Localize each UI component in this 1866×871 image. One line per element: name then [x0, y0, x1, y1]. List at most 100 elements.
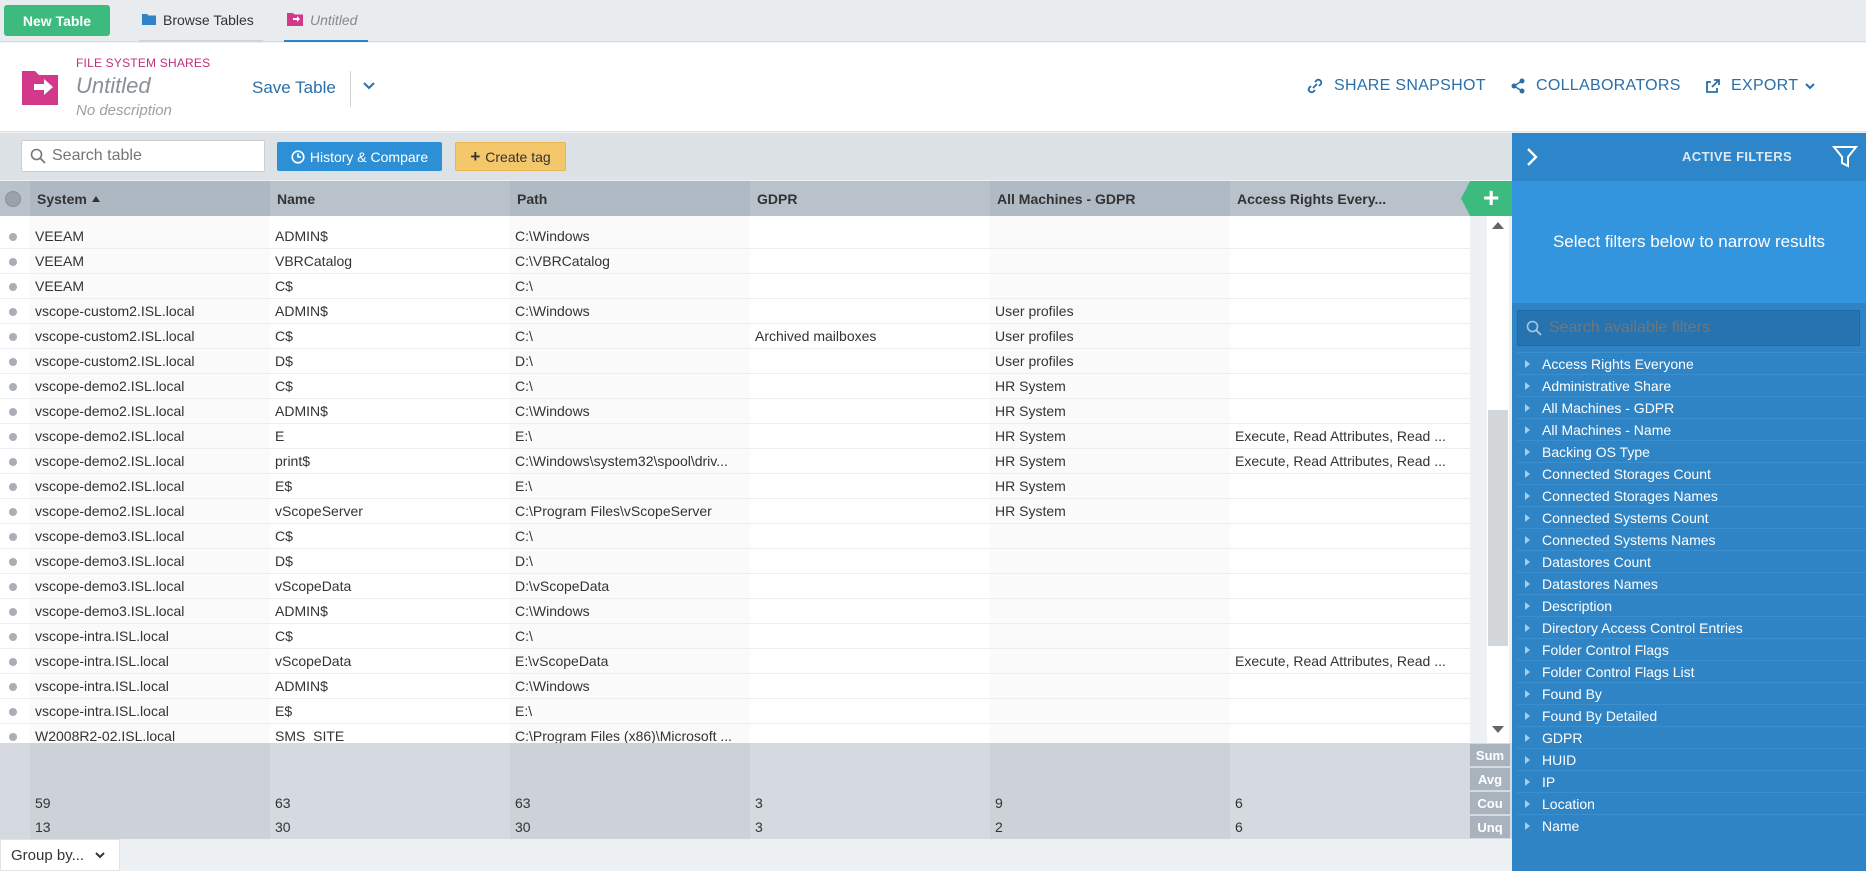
table-description[interactable]: No description	[76, 102, 172, 119]
filter-search[interactable]	[1517, 310, 1860, 346]
filter-item[interactable]: Administrative Share	[1517, 374, 1866, 396]
filter-item[interactable]: Folder Control Flags List	[1517, 660, 1866, 682]
table-row[interactable]: VEEAM C$ C:\	[0, 274, 1470, 299]
row-select-toggle[interactable]	[9, 658, 17, 666]
save-table-button[interactable]: Save Table	[252, 78, 336, 98]
filter-item[interactable]: Directory Access Control Entries	[1517, 616, 1866, 638]
table-cell: C$	[275, 628, 293, 644]
table-row[interactable]: vscope-demo2.ISL.local C$ C:\ HR System	[0, 374, 1470, 399]
column-header-path[interactable]: Path	[510, 181, 750, 216]
filter-item[interactable]: All Machines - GDPR	[1517, 396, 1866, 418]
create-tag-button[interactable]: + Create tag	[455, 142, 566, 171]
search-table-input[interactable]	[52, 147, 252, 165]
column-header-name[interactable]: Name	[270, 181, 510, 216]
filter-item[interactable]: Connected Storages Names	[1517, 484, 1866, 506]
table-row[interactable]: vscope-demo2.ISL.local print$ C:\Windows\s…	[0, 449, 1470, 474]
table-row[interactable]: vscope-intra.ISL.local ADMIN$ C:\Windows	[0, 674, 1470, 699]
table-row[interactable]: vscope-intra.ISL.local E$ E:\	[0, 699, 1470, 724]
row-select-toggle[interactable]	[9, 533, 17, 541]
select-all-toggle[interactable]	[5, 191, 21, 207]
row-select-toggle[interactable]	[9, 333, 17, 341]
filter-item[interactable]: All Machines - Name	[1517, 418, 1866, 440]
export-button[interactable]: EXPORT	[1705, 77, 1816, 95]
filter-item[interactable]: Location	[1517, 792, 1866, 814]
filter-item[interactable]: Connected Storages Count	[1517, 462, 1866, 484]
column-header-system[interactable]: System	[30, 181, 270, 216]
table-row[interactable]: vscope-demo3.ISL.local C$ C:\	[0, 524, 1470, 549]
table-row[interactable]: vscope-demo3.ISL.local ADMIN$ C:\Windows	[0, 599, 1470, 624]
aggregate-label[interactable]: Avg	[1470, 768, 1510, 790]
table-row[interactable]: vscope-demo3.ISL.local vScopeData D:\vScop…	[0, 574, 1470, 599]
filter-item[interactable]: Found By	[1517, 682, 1866, 704]
row-select-toggle[interactable]	[9, 733, 17, 741]
row-select-toggle[interactable]	[9, 433, 17, 441]
row-select-toggle[interactable]	[9, 633, 17, 641]
add-column-button[interactable]: +	[1461, 181, 1512, 216]
filter-item[interactable]: Name	[1517, 814, 1866, 836]
table-row[interactable]: vscope-intra.ISL.local C$ C:\	[0, 624, 1470, 649]
column-header-gdpr[interactable]: GDPR	[750, 181, 990, 216]
filter-item[interactable]: HUID	[1517, 748, 1866, 770]
table-cell: C$	[275, 378, 293, 394]
history-compare-button[interactable]: History & Compare	[277, 142, 442, 171]
table-row[interactable]: vscope-demo3.ISL.local D$ D:\	[0, 549, 1470, 574]
search-table[interactable]	[21, 140, 265, 172]
filter-item[interactable]: Datastores Count	[1517, 550, 1866, 572]
chevron-down-icon[interactable]	[362, 79, 378, 95]
share-snapshot-button[interactable]: SHARE SNAPSHOT	[1306, 77, 1486, 95]
scrollbar-thumb[interactable]	[1488, 410, 1508, 646]
row-select-toggle[interactable]	[9, 558, 17, 566]
filter-item[interactable]: IP	[1517, 770, 1866, 792]
filter-item[interactable]: Connected Systems Count	[1517, 506, 1866, 528]
row-select-toggle[interactable]	[9, 233, 17, 241]
tab-browse-tables[interactable]: Browse Tables	[139, 0, 263, 42]
row-select-toggle[interactable]	[9, 483, 17, 491]
row-select-toggle[interactable]	[9, 408, 17, 416]
aggregate-label[interactable]: Sum	[1470, 744, 1510, 766]
row-select-toggle[interactable]	[9, 708, 17, 716]
filter-item[interactable]: Folder Control Flags	[1517, 638, 1866, 660]
collaborators-button[interactable]: COLLABORATORS	[1510, 77, 1681, 95]
table-row[interactable]: VEEAM VBRCatalog C:\VBRCatalog	[0, 249, 1470, 274]
scroll-up-arrow-icon[interactable]	[1492, 222, 1504, 229]
filter-item[interactable]: Access Rights Everyone	[1517, 352, 1866, 374]
new-table-button[interactable]: New Table	[4, 5, 110, 36]
table-row[interactable]: vscope-intra.ISL.local vScopeData E:\vScop…	[0, 649, 1470, 674]
filter-item[interactable]: Connected Systems Names	[1517, 528, 1866, 550]
column-header-access-rights[interactable]: Access Rights Every...	[1230, 181, 1470, 216]
aggregate-label[interactable]: Unq	[1470, 816, 1510, 838]
chevron-right-icon[interactable]	[1524, 147, 1540, 167]
row-select-toggle[interactable]	[9, 508, 17, 516]
table-title[interactable]: Untitled	[76, 73, 151, 99]
row-select-toggle[interactable]	[9, 383, 17, 391]
row-select-toggle[interactable]	[9, 458, 17, 466]
filter-item[interactable]: Datastores Names	[1517, 572, 1866, 594]
table-row[interactable]: vscope-custom2.ISL.local C$ C:\ Archived ma…	[0, 324, 1470, 349]
filter-item[interactable]: Description	[1517, 594, 1866, 616]
table-row[interactable]: vscope-custom2.ISL.local D$ D:\ User profil…	[0, 349, 1470, 374]
table-row[interactable]: W2008R2-02.ISL.local SMS_SITE C:\Program F…	[0, 724, 1470, 743]
filter-icon[interactable]	[1832, 144, 1858, 170]
group-by-select[interactable]: Group by...	[0, 839, 120, 871]
row-select-toggle[interactable]	[9, 583, 17, 591]
row-select-toggle[interactable]	[9, 308, 17, 316]
row-select-toggle[interactable]	[9, 358, 17, 366]
row-select-toggle[interactable]	[9, 283, 17, 291]
filter-search-input[interactable]	[1549, 319, 1849, 337]
filter-item[interactable]: Found By Detailed	[1517, 704, 1866, 726]
table-row[interactable]: vscope-demo2.ISL.local ADMIN$ C:\Windows HR…	[0, 399, 1470, 424]
aggregate-label[interactable]: Cou	[1470, 792, 1510, 814]
filter-item[interactable]: GDPR	[1517, 726, 1866, 748]
tab-untitled[interactable]: Untitled	[284, 0, 368, 42]
column-header-all-machines-gdpr[interactable]: All Machines - GDPR	[990, 181, 1230, 216]
row-select-toggle[interactable]	[9, 683, 17, 691]
table-row[interactable]: vscope-demo2.ISL.local vScopeServer C:\Pro…	[0, 499, 1470, 524]
table-row[interactable]: vscope-custom2.ISL.local ADMIN$ C:\Windows…	[0, 299, 1470, 324]
table-row[interactable]: vscope-demo2.ISL.local E E:\ HR System Execu…	[0, 424, 1470, 449]
table-row[interactable]: VEEAM ADMIN$ C:\Windows	[0, 224, 1470, 249]
scroll-down-arrow-icon[interactable]	[1492, 726, 1504, 733]
row-select-toggle[interactable]	[9, 258, 17, 266]
row-select-toggle[interactable]	[9, 608, 17, 616]
filter-item[interactable]: Backing OS Type	[1517, 440, 1866, 462]
table-row[interactable]: vscope-demo2.ISL.local E$ E:\ HR System	[0, 474, 1470, 499]
